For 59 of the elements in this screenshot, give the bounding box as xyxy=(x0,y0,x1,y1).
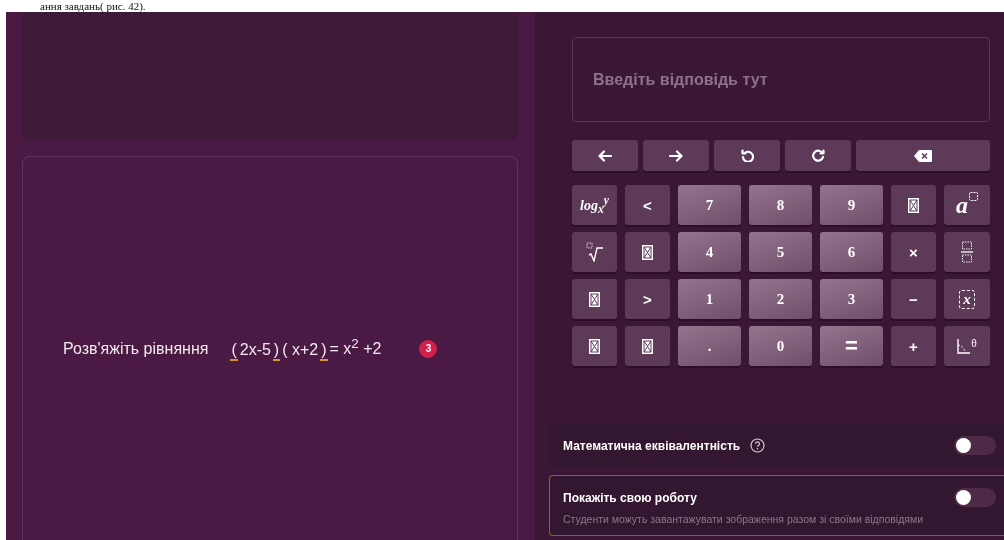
angle-key[interactable]: θ xyxy=(944,326,990,366)
root-key[interactable] xyxy=(572,232,617,272)
arrow-left-icon xyxy=(598,149,612,162)
operator-key[interactable]: > xyxy=(625,279,670,319)
count-badge: 3 xyxy=(419,339,438,358)
undo-icon xyxy=(740,149,754,162)
question-text: Розв'яжіть рівняння xyxy=(63,339,209,358)
operator-key[interactable]: × xyxy=(891,232,936,272)
help-icon[interactable] xyxy=(750,438,766,453)
operator-key[interactable]: + xyxy=(891,326,936,366)
digit-key[interactable]: 9 xyxy=(820,185,883,225)
setting-description: Студенти можуть завантажувати зображення разом зі своїми відповідями xyxy=(563,513,925,525)
equals-key[interactable]: = xyxy=(820,326,883,366)
equation-text: 2x-5 xyxy=(239,340,271,359)
missing-glyph-icon xyxy=(589,291,600,307)
symbol-key[interactable] xyxy=(625,326,670,366)
angle-icon xyxy=(957,338,972,354)
nav-key[interactable] xyxy=(572,140,638,171)
symbol-key[interactable] xyxy=(891,185,936,225)
missing-glyph-icon xyxy=(589,338,600,354)
digit-key[interactable]: 3 xyxy=(820,279,883,319)
digit-key[interactable]: 4 xyxy=(678,232,741,272)
toggle-switch[interactable] xyxy=(954,436,996,455)
operator-key[interactable]: − xyxy=(891,279,936,319)
digit-key[interactable]: 0 xyxy=(749,326,812,366)
equation-text: = x$^{2}$ +2 xyxy=(329,336,382,359)
variable-key[interactable]: x xyxy=(944,279,990,319)
nav-key[interactable] xyxy=(785,140,851,171)
missing-glyph-icon xyxy=(642,244,653,260)
nav-key[interactable] xyxy=(714,140,780,171)
missing-glyph-icon xyxy=(642,338,653,354)
equation-text: ( x+2 xyxy=(282,340,319,359)
setting-title: Покажіть свою роботу xyxy=(563,490,697,505)
power-key[interactable]: a xyxy=(944,185,990,225)
fraction-icon xyxy=(961,241,973,263)
caption-text: ання завдань( рис. 42). xyxy=(39,0,147,12)
toggle-switch[interactable] xyxy=(954,488,996,507)
digit-key[interactable]: 8 xyxy=(749,185,812,225)
digit-key[interactable]: . xyxy=(678,326,741,366)
setting-title: Математична еквівалентність xyxy=(563,438,741,453)
symbol-key[interactable] xyxy=(572,279,617,319)
arrow-right-icon xyxy=(669,149,683,162)
missing-glyph-icon xyxy=(908,197,919,213)
symbol-key[interactable] xyxy=(572,326,617,366)
digit-key[interactable]: 2 xyxy=(749,279,812,319)
backspace-icon xyxy=(914,149,932,162)
digit-key[interactable]: 7 xyxy=(678,185,741,225)
digit-key[interactable]: 5 xyxy=(749,232,812,272)
symbol-key[interactable] xyxy=(625,232,670,272)
root-icon xyxy=(585,242,604,262)
nav-key[interactable] xyxy=(856,140,990,171)
operator-key[interactable]: < xyxy=(625,185,670,225)
fraction-key[interactable] xyxy=(944,232,990,272)
digit-key[interactable]: 6 xyxy=(820,232,883,272)
answer-field[interactable]: Введіть відповідь тут xyxy=(572,37,990,122)
nav-key[interactable] xyxy=(643,140,709,171)
digit-key[interactable]: 1 xyxy=(678,279,741,319)
redo-icon xyxy=(811,149,825,162)
placeholder-box-icon xyxy=(969,191,978,201)
